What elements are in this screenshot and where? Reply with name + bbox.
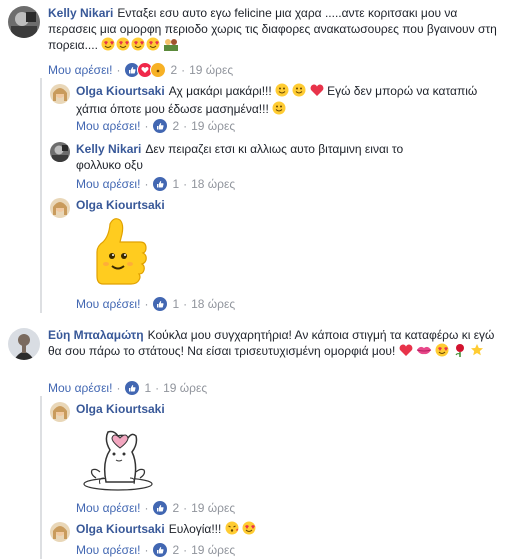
surprised-icon <box>150 62 167 78</box>
avatar-evi[interactable] <box>8 328 40 360</box>
thumbs-up-sticker[interactable] <box>88 214 148 289</box>
heart-eyes-icon <box>242 521 256 539</box>
like-button[interactable]: Μου αρέσει! <box>76 177 140 191</box>
comment-author[interactable]: Olga Kiourtsaki <box>76 84 165 98</box>
reply-thread-line <box>40 396 42 559</box>
kiss-lips-icon <box>416 343 432 361</box>
comment-body: Kelly Nikari Δεν πειραζει ετσι κι αλλιως … <box>76 141 436 173</box>
comment-meta: Μου αρέσει! · 2 · 19 ώρες <box>76 118 236 134</box>
reaction-count[interactable]: 2 <box>170 63 177 77</box>
comment-meta: Μου αρέσει! · 1 · 18 ώρες <box>76 296 236 312</box>
comment-author[interactable]: Kelly Nikari <box>76 142 141 156</box>
comment-author[interactable]: Olga Kiourtsaki <box>76 402 165 416</box>
reply-thread-line <box>40 78 42 313</box>
heart-eyes-emoji-row <box>101 37 179 55</box>
comment-body: Olga Kiourtsaki <box>76 401 169 417</box>
timestamp[interactable]: 19 ώρες <box>191 543 235 557</box>
thumbs-up-icon[interactable] <box>152 118 169 134</box>
rose-icon <box>453 343 467 361</box>
timestamp[interactable]: 19 ώρες <box>163 381 207 395</box>
comment-meta: Μου αρέσει! · 2 · 19 ώρες <box>48 62 234 78</box>
avatar-olga[interactable] <box>50 198 70 218</box>
like-button[interactable]: Μου αρέσει! <box>48 63 112 77</box>
comment-body: Olga Kiourtsaki <box>76 197 169 213</box>
like-button[interactable]: Μου αρέσει! <box>76 501 140 515</box>
smile-icon <box>275 83 289 101</box>
thumbs-up-icon[interactable] <box>124 380 141 396</box>
like-button[interactable]: Μου αρέσει! <box>76 119 140 133</box>
timestamp[interactable]: 18 ώρες <box>191 297 235 311</box>
timestamp[interactable]: 19 ώρες <box>191 501 235 515</box>
comment-text: Αχ μακάρι μακάρι!!! <box>168 84 272 99</box>
star-icon <box>470 343 484 361</box>
reaction-count[interactable]: 1 <box>172 177 179 191</box>
heart-icon <box>399 343 413 361</box>
reaction-count[interactable]: 2 <box>172 543 179 557</box>
comment-meta: Μου αρέσει! · 2 · 19 ώρες <box>76 542 236 558</box>
thumbs-up-icon[interactable] <box>152 542 169 558</box>
like-button[interactable]: Μου αρέσει! <box>76 297 140 311</box>
reaction-count[interactable]: 1 <box>144 381 151 395</box>
reaction-count[interactable]: 2 <box>172 119 179 133</box>
comment-meta: Μου αρέσει! · 1 · 18 ώρες <box>76 176 236 192</box>
like-button[interactable]: Μου αρέσει! <box>76 543 140 557</box>
comment-text: Ευλογία!!! <box>168 522 222 537</box>
avatar-olga[interactable] <box>50 84 70 104</box>
thumbs-up-icon[interactable] <box>152 296 169 312</box>
comment-meta: Μου αρέσει! · 2 · 19 ώρες <box>76 500 236 516</box>
smile-icon <box>272 101 286 119</box>
heart-eyes-icon <box>435 343 449 361</box>
timestamp[interactable]: 19 ώρες <box>191 119 235 133</box>
comment-body: Olga Kiourtsaki Ευλογία!!! <box>76 521 496 539</box>
comment-author[interactable]: Olga Kiourtsaki <box>76 198 165 212</box>
timestamp[interactable]: 18 ώρες <box>191 177 235 191</box>
smile-icon <box>292 83 306 101</box>
comment-author[interactable]: Olga Kiourtsaki <box>76 522 165 536</box>
avatar-olga[interactable] <box>50 402 70 422</box>
timestamp[interactable]: 19 ώρες <box>189 63 233 77</box>
like-button[interactable]: Μου αρέσει! <box>48 381 112 395</box>
comment-author[interactable]: Kelly Nikari <box>48 6 113 20</box>
heart-icon <box>310 83 324 101</box>
comment-body: Εύη Μπαλαμώτη Κούκλα μου συγχαρητήρια! Αν… <box>48 327 498 361</box>
thumbs-up-icon[interactable] <box>152 500 169 516</box>
comment-meta: Μου αρέσει! · 1 · 19 ώρες <box>48 380 208 396</box>
comment-body: Kelly Nikari Ενταξει εσυ αυτο εγω felicin… <box>48 5 498 55</box>
comment-author[interactable]: Εύη Μπαλαμώτη <box>48 328 144 342</box>
avatar-kelly[interactable] <box>50 142 70 162</box>
kissing-heart-icon <box>225 521 239 539</box>
cat-heart-sticker[interactable] <box>76 418 158 497</box>
thumbs-up-icon[interactable] <box>152 176 169 192</box>
comment-body: Olga Kiourtsaki Αχ μακάρι μακάρι!!! Εγώ δ… <box>76 83 496 119</box>
avatar-kelly[interactable] <box>8 6 40 38</box>
reaction-summary[interactable] <box>124 62 167 78</box>
avatar-olga[interactable] <box>50 522 70 542</box>
reaction-count[interactable]: 1 <box>172 297 179 311</box>
reaction-count[interactable]: 2 <box>172 501 179 515</box>
